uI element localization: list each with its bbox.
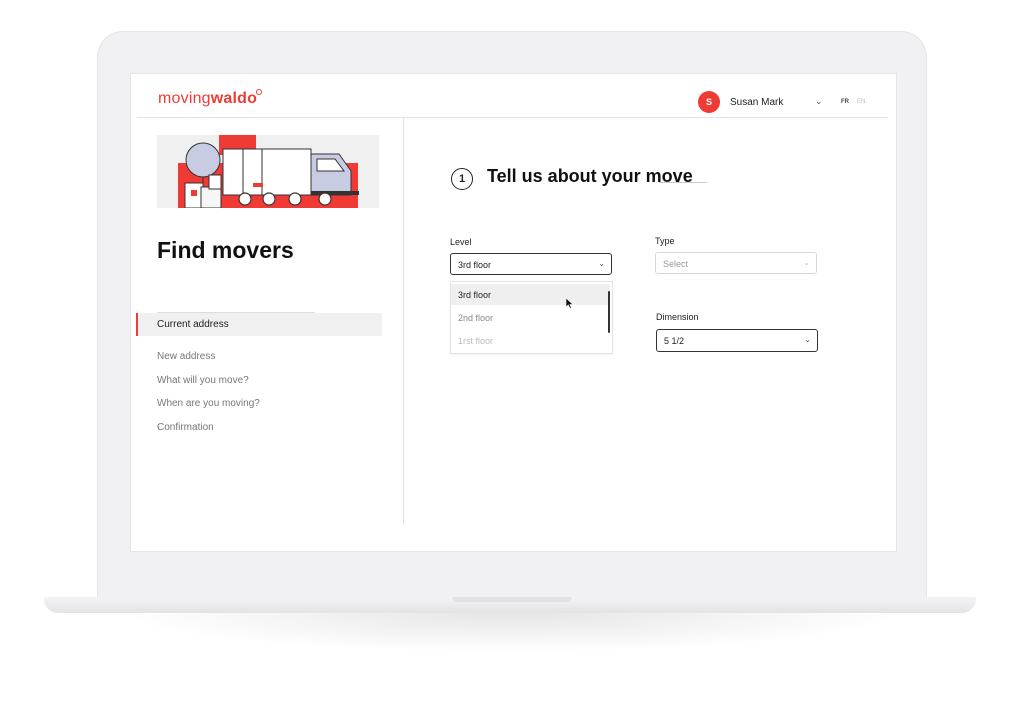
type-label: Type	[655, 236, 675, 246]
laptop-notch	[452, 597, 572, 602]
sidebar-item-when-are-you-moving[interactable]: When are you moving?	[157, 398, 260, 409]
type-select[interactable]: Select ⌄	[655, 252, 817, 274]
sidebar-item-what-will-you-move[interactable]: What will you move?	[157, 375, 249, 386]
step-title: Tell us about your move	[487, 166, 693, 186]
chevron-down-icon: ⌄	[804, 335, 811, 344]
moving-truck-illustration	[157, 135, 379, 208]
sidebar-item-confirmation[interactable]: Confirmation	[157, 422, 214, 433]
logo-brand: waldo	[210, 90, 258, 107]
dimension-label: Dimension	[656, 312, 699, 322]
level-select-value: 3rd floor	[458, 260, 492, 270]
sidebar-item-label: Current address	[157, 319, 229, 330]
step-title-underline	[659, 182, 707, 183]
chevron-down-icon: ⌄	[598, 259, 605, 268]
level-select[interactable]: 3rd floor ⌄	[450, 253, 612, 275]
header-divider	[137, 117, 888, 118]
level-option-label: 2nd floor	[458, 313, 494, 323]
level-option-3rd-floor[interactable]: 3rd floor	[451, 284, 610, 305]
laptop-shadow	[120, 613, 904, 653]
logo-prefix: moving	[158, 90, 211, 107]
sidebar-item-current-address[interactable]: Current address	[136, 313, 382, 336]
panel-divider	[403, 118, 404, 525]
language-fr[interactable]: FR	[841, 99, 849, 105]
logo[interactable]: movingwaldo	[158, 89, 263, 108]
sidebar-item-new-address[interactable]: New address	[157, 351, 215, 362]
language-en[interactable]: EN	[857, 99, 865, 105]
level-label: Level	[450, 237, 472, 247]
page-title: Find movers	[157, 237, 294, 263]
chevron-down-icon: ⌄	[803, 258, 810, 267]
dimension-select[interactable]: 5 1/2 ⌄	[656, 329, 818, 352]
user-avatar[interactable]: S	[698, 91, 720, 113]
mouse-pointer-icon	[566, 298, 574, 309]
user-name[interactable]: Susan Mark	[730, 97, 783, 108]
level-dropdown-menu: 3rd floor 2nd floor 1rst floor	[450, 281, 613, 354]
type-select-placeholder: Select	[663, 259, 689, 269]
level-option-label: 3rd floor	[458, 290, 492, 300]
level-option-label: 1rst floor	[458, 336, 494, 346]
truck-illustration-icon	[157, 135, 379, 208]
dropdown-scrollbar[interactable]	[608, 291, 610, 333]
step-number-badge: 1	[451, 168, 473, 190]
level-option-1rst-floor[interactable]: 1rst floor	[451, 330, 610, 351]
chevron-down-icon[interactable]: ⌄	[815, 96, 823, 107]
dimension-select-value: 5 1/2	[664, 336, 685, 346]
level-option-2nd-floor[interactable]: 2nd floor	[451, 307, 610, 328]
